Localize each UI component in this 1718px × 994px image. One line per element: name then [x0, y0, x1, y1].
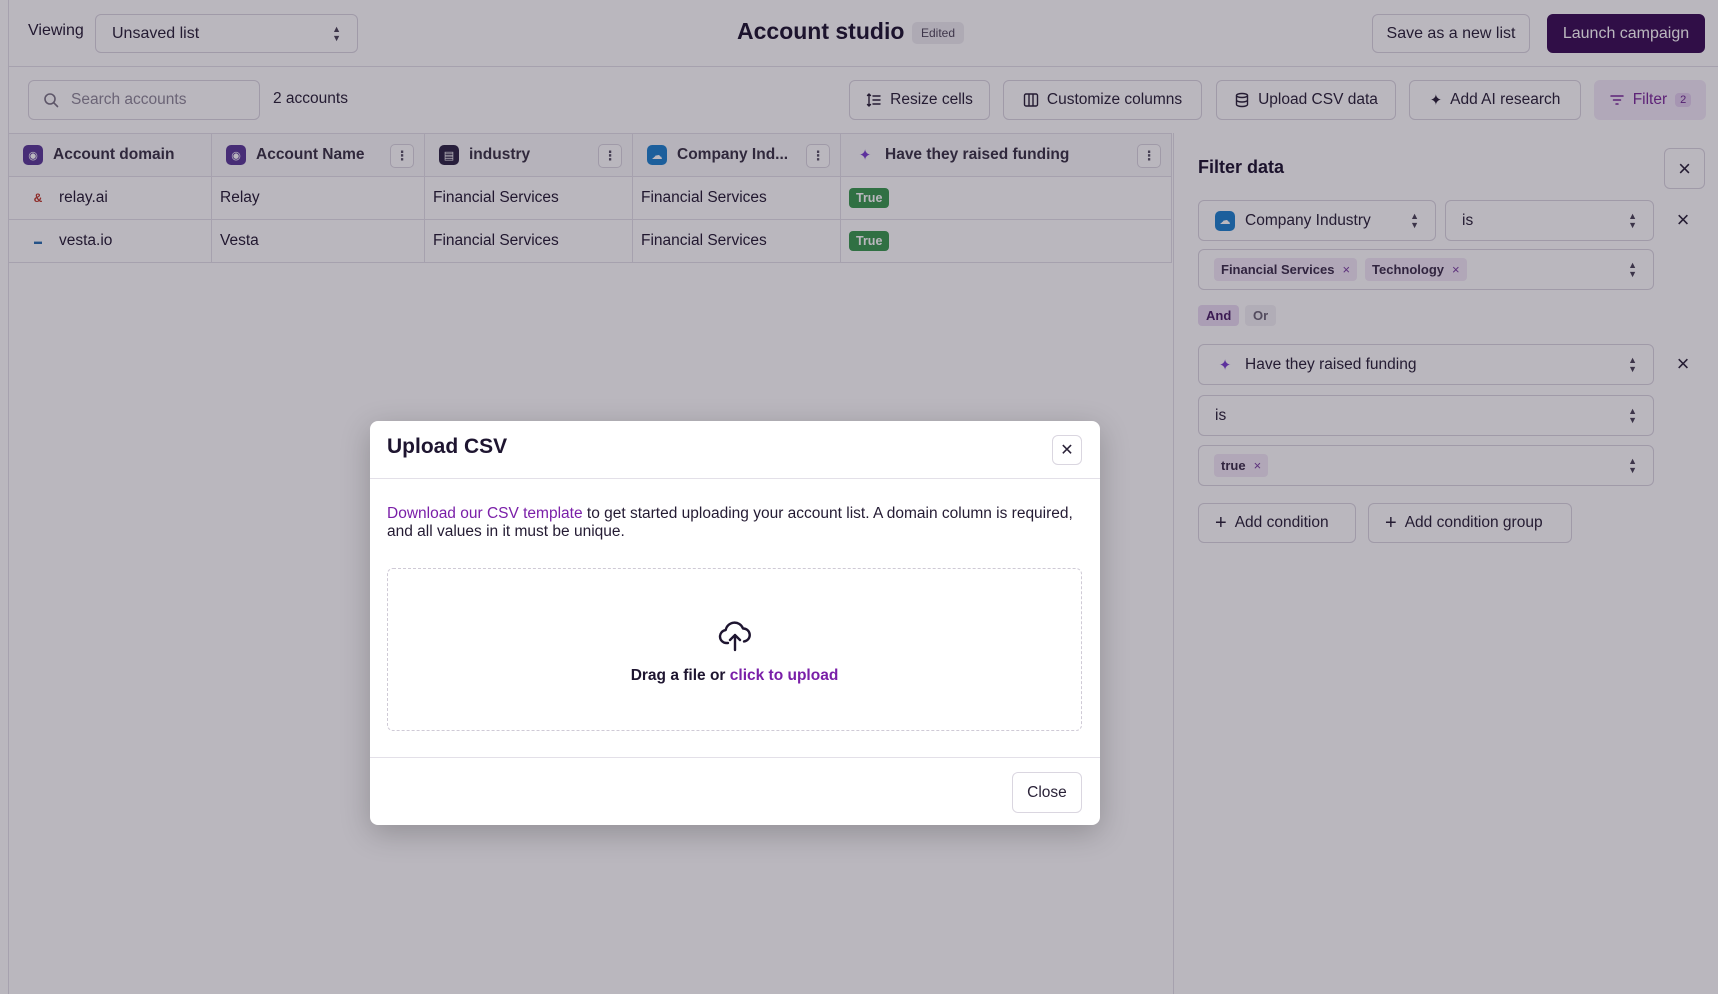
dropzone-prefix: Drag a file or	[630, 667, 730, 684]
dialog-divider	[370, 757, 1100, 758]
dialog-close-x-button[interactable]: ✕	[1052, 435, 1082, 465]
close-icon: ✕	[1060, 442, 1074, 459]
dialog-divider	[370, 478, 1100, 479]
dialog-close-label: Close	[1027, 783, 1067, 801]
dialog-close-button[interactable]: Close	[1012, 772, 1082, 813]
dialog-description: Download our CSV template to get started…	[387, 505, 1077, 541]
upload-csv-dialog: Upload CSV ✕ Download our CSV template t…	[370, 421, 1100, 825]
click-to-upload-link[interactable]: click to upload	[730, 667, 839, 684]
dropzone-text: Drag a file or click to upload	[388, 667, 1081, 685]
file-dropzone[interactable]: Drag a file or click to upload	[387, 568, 1082, 731]
cloud-upload-icon	[718, 621, 751, 652]
dialog-title: Upload CSV	[387, 435, 508, 458]
download-template-link[interactable]: Download our CSV template	[387, 505, 583, 522]
